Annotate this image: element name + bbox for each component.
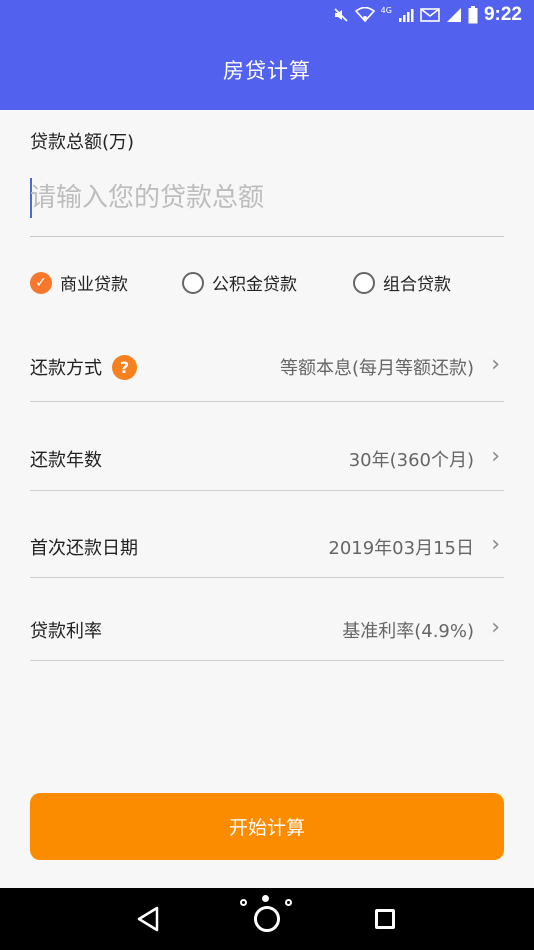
- loan-amount-label: 贷款总额(万): [30, 132, 135, 153]
- interest-rate-label: 贷款利率: [30, 621, 102, 642]
- wifi-icon: [354, 7, 375, 23]
- home-icon[interactable]: [254, 906, 280, 932]
- repayment-method-label: 还款方式: [30, 358, 102, 379]
- repayment-method-value: 等额本息(每月等额还款): [279, 358, 474, 379]
- chevron-right-icon: ›: [491, 532, 500, 557]
- repayment-years-row[interactable]: 还款年数 30年(360个月) ›: [30, 438, 504, 491]
- mortgage-form: 贷款总额(万) ✓ 商业贷款 公积金贷款 组合贷款 还款方式 ? 等额本息(每月…: [0, 110, 534, 888]
- nav-dot-icon: [240, 899, 247, 906]
- first-repayment-date-value: 2019年03月15日: [328, 538, 474, 559]
- nav-dot-icon: [262, 895, 269, 902]
- status-time: 9:22: [483, 4, 522, 25]
- status-bar: 4G 9:22: [0, 0, 534, 30]
- repayment-years-value: 30年(360个月): [348, 450, 474, 471]
- loan-type-label: 公积金贷款: [212, 275, 297, 295]
- loan-type-label: 组合贷款: [383, 275, 451, 295]
- battery-icon: [468, 6, 478, 24]
- repayment-method-row[interactable]: 还款方式 ? 等额本息(每月等额还款) ›: [30, 346, 504, 402]
- signal-icon: [398, 9, 414, 22]
- start-calculate-button[interactable]: 开始计算: [30, 793, 504, 860]
- first-repayment-date-row[interactable]: 首次还款日期 2019年03月15日 ›: [30, 526, 504, 578]
- repayment-years-label: 还款年数: [30, 450, 102, 471]
- radio-unchecked-icon[interactable]: [353, 271, 375, 294]
- loan-amount-field[interactable]: [30, 170, 504, 237]
- loan-type-commercial[interactable]: ✓ 商业贷款: [30, 270, 128, 295]
- loan-type-label: 商业贷款: [60, 275, 128, 295]
- interest-rate-row[interactable]: 贷款利率 基准利率(4.9%) ›: [30, 609, 504, 661]
- row-label: 贷款利率: [30, 617, 102, 643]
- row-label: 首次还款日期: [30, 534, 138, 560]
- loan-type-combination[interactable]: 组合贷款: [353, 270, 451, 295]
- recent-apps-icon[interactable]: [375, 909, 395, 929]
- loan-type-group: ✓ 商业贷款 公积金贷款 组合贷款: [30, 270, 504, 295]
- radio-unchecked-icon[interactable]: [182, 271, 204, 294]
- chevron-right-icon: ›: [491, 352, 500, 377]
- mail-icon: [420, 8, 440, 22]
- mute-icon: [334, 8, 348, 22]
- app-bar: 房贷计算: [0, 30, 534, 110]
- first-repayment-date-label: 首次还款日期: [30, 538, 138, 559]
- chevron-right-icon: ›: [491, 615, 500, 640]
- loan-type-provident-fund[interactable]: 公积金贷款: [182, 270, 297, 295]
- interest-rate-value: 基准利率(4.9%): [342, 621, 474, 642]
- row-label: 还款年数: [30, 446, 102, 472]
- loan-amount-input[interactable]: [30, 176, 504, 220]
- signal-triangle-icon: [446, 8, 461, 22]
- system-nav-bar: [0, 888, 534, 950]
- nav-dot-icon: [285, 899, 292, 906]
- network-type-label: 4G: [380, 5, 392, 15]
- back-icon[interactable]: [136, 906, 160, 932]
- status-icons: 4G 9:22: [333, 3, 522, 27]
- radio-checked-icon[interactable]: ✓: [30, 271, 52, 294]
- row-label: 还款方式 ?: [30, 354, 137, 380]
- help-icon[interactable]: ?: [112, 354, 137, 380]
- page-title: 房贷计算: [223, 59, 311, 83]
- chevron-right-icon: ›: [491, 444, 500, 469]
